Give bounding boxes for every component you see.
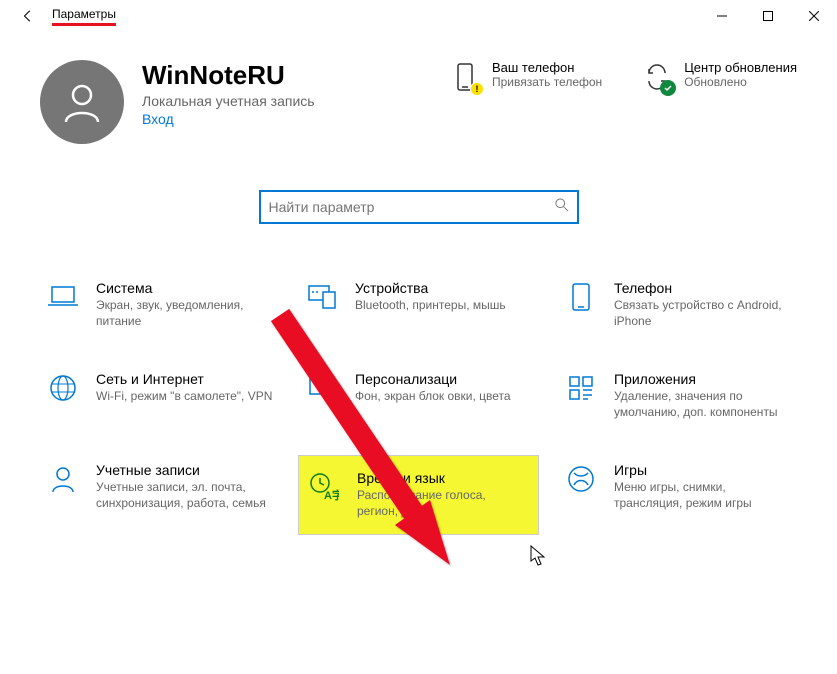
search-box[interactable] (259, 190, 579, 224)
cursor-icon (530, 545, 548, 567)
warning-badge-icon: ! (470, 82, 484, 96)
account-block: WinNoteRU Локальная учетная запись Вход (142, 60, 410, 127)
phone-tile-icon (564, 280, 598, 314)
laptop-icon (46, 280, 80, 314)
account-name: WinNoteRU (142, 60, 410, 91)
update-title: Центр обновления (684, 60, 797, 75)
tile-phone[interactable]: Телефон Связать устройство с Android, iPh… (558, 274, 797, 335)
tile-title: Сеть и Интернет (96, 371, 272, 387)
tile-desc: Фон, экран блок овки, цвета (355, 389, 511, 405)
phone-icon: ! (448, 60, 482, 94)
phone-status[interactable]: ! Ваш телефон Привязать телефон (448, 60, 602, 94)
window-controls (699, 0, 837, 32)
tile-desc: Связать устройство с Android, iPhone (614, 298, 791, 329)
tile-gaming[interactable]: Игры Меню игры, снимки, трансляция, режим… (558, 456, 797, 533)
search-wrap (0, 164, 837, 234)
tile-personalization[interactable]: Персонализаци Фон, экран блок овки, цвета (299, 365, 538, 426)
tile-title: Игры (614, 462, 791, 478)
search-icon (555, 198, 569, 217)
titlebar: Параметры (0, 0, 837, 32)
apps-icon (564, 371, 598, 405)
tile-desc: Экран, звук, уведомления, питание (96, 298, 273, 329)
devices-icon (305, 280, 339, 314)
xbox-icon (564, 462, 598, 496)
minimize-button[interactable] (699, 0, 745, 32)
search-input[interactable] (269, 199, 555, 215)
paint-icon (305, 371, 339, 405)
tile-title: Учетные записи (96, 462, 273, 478)
update-icon (640, 60, 674, 94)
tile-devices[interactable]: Устройства Bluetooth, принтеры, мышь (299, 274, 538, 335)
avatar[interactable] (40, 60, 124, 144)
tile-system[interactable]: Система Экран, звук, уведомления, питание (40, 274, 279, 335)
phone-sub: Привязать телефон (492, 75, 602, 89)
tile-desc: Учетные записи, эл. почта, синхронизация… (96, 480, 273, 511)
tile-desc: Bluetooth, принтеры, мышь (355, 298, 506, 314)
check-badge-icon (660, 80, 676, 96)
back-button[interactable] (12, 0, 44, 32)
person-icon (46, 462, 80, 496)
tile-desc: Wi-Fi, режим "в самолете", VPN (96, 389, 272, 405)
tile-apps[interactable]: Приложения Удаление, значения по умолчани… (558, 365, 797, 426)
settings-grid: Система Экран, звук, уведомления, питание… (0, 234, 837, 534)
signin-link[interactable]: Вход (142, 111, 410, 127)
tile-title: Персонализаци (355, 371, 511, 387)
tile-title: Телефон (614, 280, 791, 296)
phone-title: Ваш телефон (492, 60, 602, 75)
header: WinNoteRU Локальная учетная запись Вход … (0, 32, 837, 164)
time-lang-icon: A字 (307, 470, 341, 504)
account-type: Локальная учетная запись (142, 93, 410, 109)
maximize-button[interactable] (745, 0, 791, 32)
tile-network[interactable]: Сеть и Интернет Wi-Fi, режим "в самолете"… (40, 365, 279, 426)
tile-title: Время и язык (357, 470, 530, 486)
update-status[interactable]: Центр обновления Обновлено (640, 60, 797, 94)
window-title: Параметры (52, 7, 116, 26)
tile-accounts[interactable]: Учетные записи Учетные записи, эл. почта,… (40, 456, 279, 533)
tile-title: Устройства (355, 280, 506, 296)
tile-title: Приложения (614, 371, 791, 387)
update-sub: Обновлено (684, 75, 797, 89)
tile-title: Система (96, 280, 273, 296)
close-button[interactable] (791, 0, 837, 32)
tile-time-language[interactable]: A字 Время и язык Распознавание голоса, рег… (299, 456, 538, 533)
svg-text:A字: A字 (324, 488, 339, 502)
tile-desc: Удаление, значения по умолчанию, доп. ко… (614, 389, 791, 420)
tile-desc: Распознавание голоса, регион, дата (357, 488, 530, 519)
tile-desc: Меню игры, снимки, трансляция, режим игр… (614, 480, 791, 511)
globe-icon (46, 371, 80, 405)
